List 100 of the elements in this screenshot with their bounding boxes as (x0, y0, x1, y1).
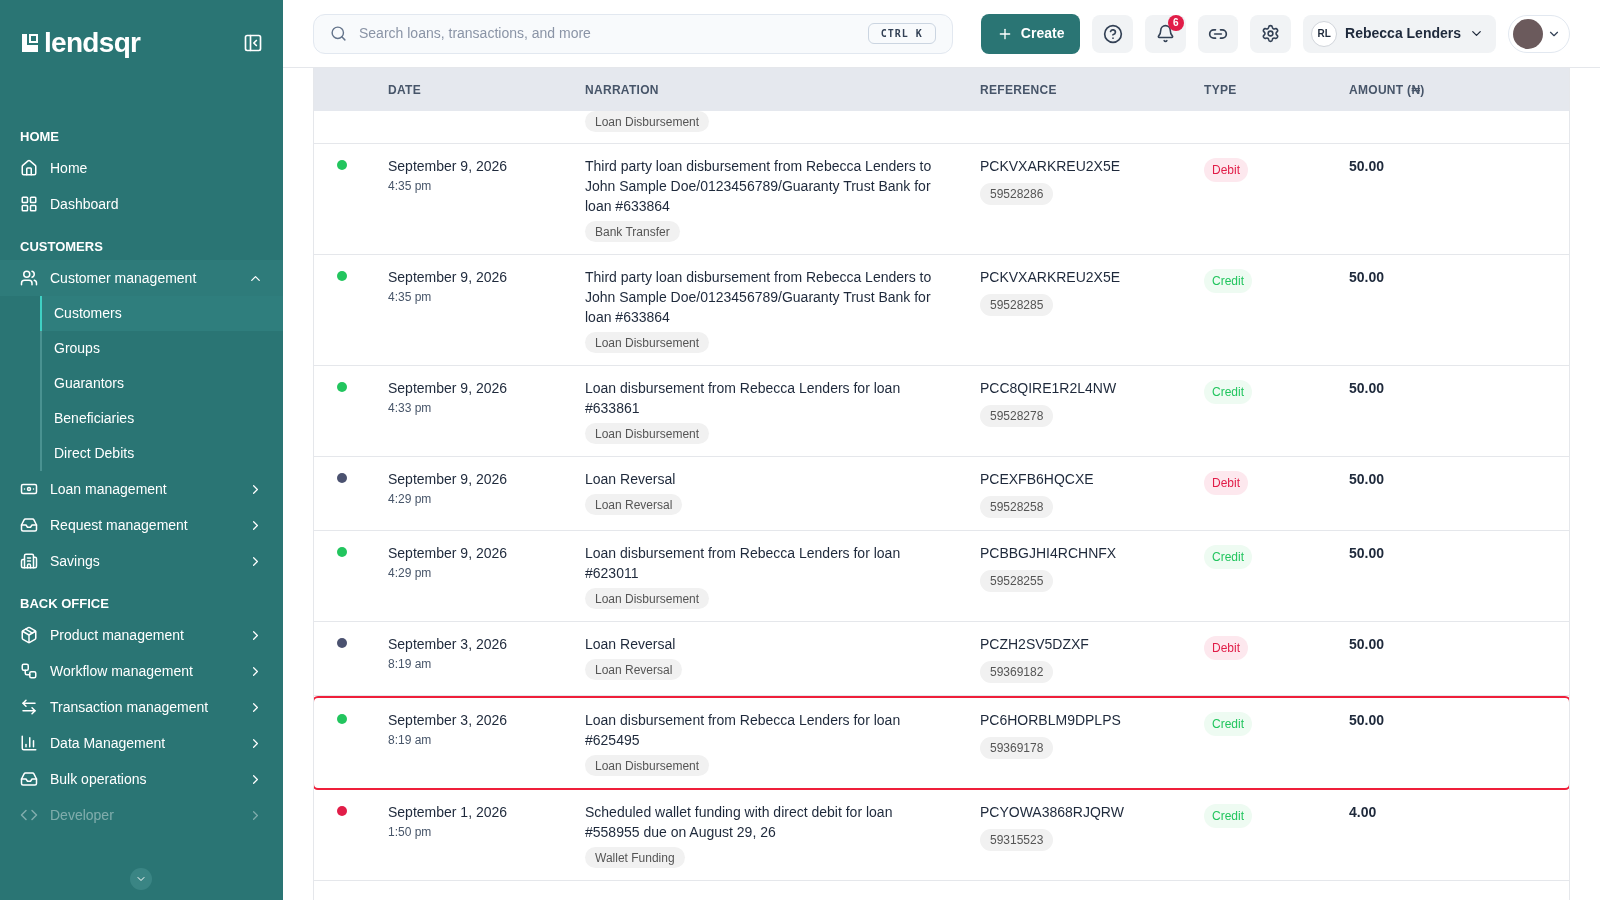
narration-text: Loan Reversal (585, 635, 677, 654)
category-tag: Loan Disbursement (585, 755, 710, 776)
reference-code: PC6HORBLM9DPLPS (980, 711, 1122, 730)
reference-id: 59528258 (980, 496, 1054, 518)
menu-item-icon (20, 698, 38, 716)
transaction-date: September 3, 2026 (388, 711, 509, 730)
sidebar-item[interactable]: Bulk operations (0, 761, 283, 797)
notifications-button[interactable]: 6 (1145, 14, 1186, 53)
sidebar-item[interactable]: Transaction management (0, 689, 283, 725)
menu-item-icon (20, 662, 38, 680)
keyboard-shortcut: CTRL K (867, 23, 936, 44)
section-heading: BACK OFFICE (19, 595, 110, 614)
reference-id: 59528278 (980, 405, 1054, 427)
menu-item-icon (20, 195, 38, 213)
table-row[interactable]: September 9, 2026 4:35 pm Third party loan disbursement from Rebecca Lenders to John Sample Doe/0123456789/Guaranty Trust Bank for loan #633864 Loan Disbursement PCKVXARKREU2X5E 59528285 Credit 50.00 (314, 255, 1569, 366)
type-badge: Debit (1204, 636, 1248, 660)
category-tag: Loan Disbursement (585, 332, 710, 353)
amount: 50.00 (1349, 635, 1386, 654)
transaction-time: 4:35 pm (388, 289, 433, 306)
reference-code: PCYOWA3868RJQRW (980, 803, 1125, 822)
transaction-time: 4:33 pm (388, 400, 433, 417)
search-input[interactable]: Search loans, transactions, and more (359, 23, 856, 44)
sidebar-item[interactable]: Savings (0, 543, 283, 579)
help-icon (1102, 23, 1123, 44)
submenu-item[interactable]: Direct Debits (40, 436, 283, 471)
sidebar-item[interactable]: Customer management (0, 260, 283, 296)
column-header: NARRATION (585, 81, 660, 99)
table-row[interactable]: September 9, 2026 4:29 pm Loan disbursement from Rebecca Lenders for loan #623011 Loan Disbursement PCBBGJHI4RCHNFX 59528255 Credit 50.00 (314, 531, 1569, 622)
link-button[interactable] (1197, 14, 1239, 53)
sidebar-item[interactable]: Data Management (0, 725, 283, 761)
transaction-time: 1:50 pm (388, 824, 433, 841)
type-badge: Credit (1204, 380, 1252, 404)
category-tag: Bank Transfer (585, 221, 680, 242)
amount: 50.00 (1349, 711, 1386, 730)
search-field[interactable]: Search loans, transactions, and more CTRL K (313, 13, 953, 54)
reference-code: PCKVXARKREU2X5E (980, 157, 1122, 176)
collapse-sidebar-icon[interactable] (243, 33, 263, 53)
category-tag: Loan Disbursement (585, 111, 710, 132)
reference-code: PCEXFB6HQCXE (980, 470, 1095, 489)
sidebar-item[interactable]: Workflow management (0, 653, 283, 689)
category-tag: Wallet Funding (585, 847, 685, 868)
search-icon (330, 25, 347, 42)
amount: 50.00 (1349, 157, 1386, 176)
narration-text: Scheduled wallet funding with direct debit for loan #558955 due on August 29, 26 (585, 803, 894, 842)
settings-button[interactable] (1250, 14, 1292, 53)
brand-name: lendsqr (44, 29, 141, 57)
menu-item-icon (20, 770, 38, 788)
column-header: AMOUNT (₦) (1349, 81, 1426, 99)
type-badge: Credit (1204, 545, 1252, 569)
narration-text: Loan disbursement from Rebecca Lenders for loan #623011 (585, 544, 902, 583)
sidebar-item[interactable]: Request management (0, 507, 283, 543)
amount: 50.00 (1349, 268, 1386, 287)
bell-icon (1155, 24, 1175, 43)
table-row[interactable]: September 9, 2026 4:35 pm Third party loan disbursement from Rebecca Lenders to John Sample Doe/0123456789/Guaranty Trust Bank for loan #633864 Bank Transfer PCKVXARKREU2X5E 59528286 Debit 50.00 (314, 144, 1569, 255)
transaction-time: 4:35 pm (388, 178, 433, 195)
avatar-placeholder (1513, 18, 1544, 49)
transaction-date: September 9, 2026 (388, 379, 509, 398)
menu-item-icon (20, 734, 38, 752)
account-button[interactable]: RL Rebecca Lenders (1303, 14, 1497, 53)
submenu-item[interactable]: Groups (40, 331, 283, 366)
transaction-time: 8:19 am (388, 732, 433, 749)
table-row[interactable]: September 9, 2026 4:29 pm Loan Reversal Loan Reversal PCEXFB6HQCXE 59528258 Debit 50.00 (314, 457, 1569, 531)
transaction-time: 4:29 pm (388, 491, 433, 508)
reference-code: PCZH2SV5DZXF (980, 635, 1090, 654)
reference-id: 59528286 (980, 183, 1054, 205)
reference-id: 59528255 (980, 570, 1054, 592)
menu-item-icon (20, 552, 38, 570)
help-button[interactable] (1092, 14, 1134, 53)
category-tag: Loan Disbursement (585, 423, 710, 444)
submenu-item[interactable]: Beneficiaries (40, 401, 283, 436)
transaction-date: September 9, 2026 (388, 268, 509, 287)
user-initials: RL (1311, 20, 1338, 47)
transaction-date: September 3, 2026 (388, 635, 509, 654)
create-button[interactable]: Create (980, 13, 1081, 54)
narration-text: Loan disbursement from Rebecca Lenders for loan #633861 (585, 379, 902, 418)
type-badge: Debit (1204, 158, 1248, 182)
submenu-item[interactable]: Guarantors (40, 366, 283, 401)
reference-id: 59369182 (980, 661, 1054, 683)
menu-item-icon (20, 269, 38, 287)
reference-id: 59369178 (980, 737, 1054, 759)
table-row[interactable]: September 1, 2026 1:50 pm Scheduled wallet funding with direct debit for loan #558955 due on August 29, 26 Wallet Funding PCYOWA3868RJQRW 59315523 Credit 4.00 (314, 790, 1569, 881)
table-row[interactable]: September 3, 2026 8:19 am Loan Reversal Loan Reversal PCZH2SV5DZXF 59369182 Debit 50.00 (314, 622, 1569, 696)
category-tag: Loan Disbursement (585, 588, 710, 609)
table-row[interactable]: September 9, 2026 4:33 pm Loan disbursement from Rebecca Lenders for loan #633861 Loan Disbursement PCC8QIRE1R2L4NW 59528278 Credit 50.00 (314, 366, 1569, 457)
sidebar-item[interactable]: Product management (0, 617, 283, 653)
transaction-date: September 9, 2026 (388, 157, 509, 176)
highlighted-row[interactable]: September 3, 2026 8:19 am Loan disbursement from Rebecca Lenders for loan #625495 Loan Disbursement PC6HORBLM9DPLPS 59369178 Credit 50.00 (314, 696, 1569, 790)
section-heading: CUSTOMERS (19, 238, 104, 257)
submenu-item[interactable]: Customers (40, 296, 283, 331)
menu-item-icon (20, 516, 38, 534)
section-heading: HOME (19, 128, 60, 147)
type-badge: Debit (1204, 471, 1248, 495)
sidebar-item[interactable]: Home (0, 150, 283, 186)
sidebar-item[interactable]: Dashboard (0, 186, 283, 222)
narration-text: Loan Reversal (585, 470, 677, 489)
transaction-time: 4:29 pm (388, 565, 433, 582)
type-badge: Credit (1204, 804, 1252, 828)
logo-icon (20, 32, 40, 54)
sidebar-item[interactable]: Loan management (0, 471, 283, 507)
column-header: TYPE (1204, 81, 1238, 99)
